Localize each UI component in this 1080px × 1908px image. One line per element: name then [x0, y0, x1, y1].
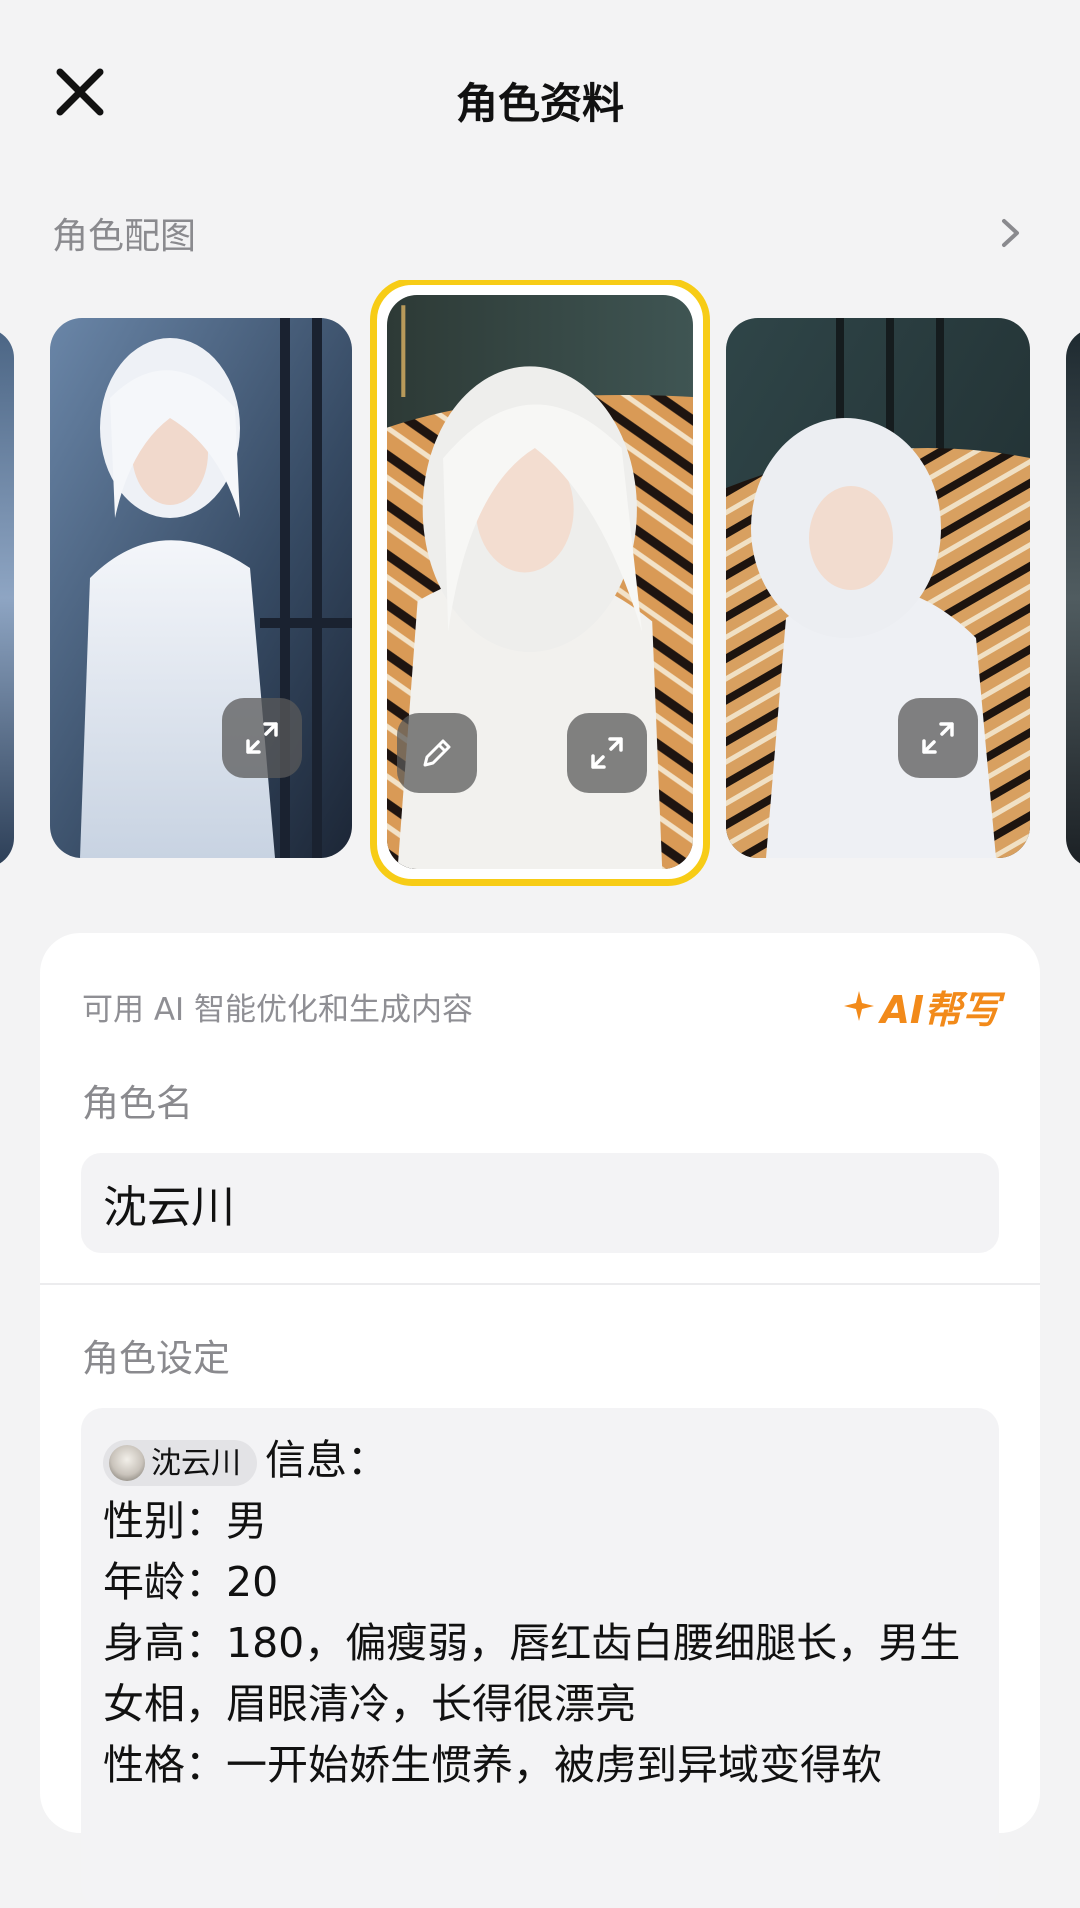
gallery-image-3[interactable] — [726, 318, 1030, 858]
divider — [40, 1283, 1040, 1285]
gallery-image-1[interactable] — [50, 318, 352, 858]
chevron-right-icon[interactable] — [990, 213, 1030, 253]
character-mention-chip[interactable]: 沈云川 — [103, 1440, 257, 1486]
character-portrait-image — [726, 318, 1030, 858]
expand-icon — [922, 722, 954, 754]
name-input[interactable] — [81, 1153, 999, 1253]
mention-name: 沈云川 — [151, 1445, 241, 1481]
setting-header-line: 沈云川 信息： — [103, 1430, 969, 1491]
setting-label: 角色设定 — [82, 1337, 230, 1380]
setting-content: 沈云川 信息： 性别：男 年龄：20 身高：180，偏瘦弱，唇红齿白腰细腿长，男… — [103, 1430, 969, 1796]
expand-icon — [246, 722, 278, 754]
character-portrait-image — [50, 318, 352, 858]
image-gallery[interactable] — [0, 280, 1080, 900]
sparkle-icon — [844, 991, 875, 1021]
ai-write-button[interactable]: AI帮写 — [842, 979, 1000, 1034]
setting-line: 性别：男 — [103, 1497, 267, 1545]
ai-hint-row: 可用 AI 智能优化和生成内容 AI帮写 — [82, 979, 1000, 1034]
setting-line: 身高：180，偏瘦弱，唇红齿白腰细腿长，男生女相，眉眼清冷，长得很漂亮 — [103, 1619, 961, 1728]
setting-textarea[interactable]: 沈云川 信息： 性别：男 年龄：20 身高：180，偏瘦弱，唇红齿白腰细腿长，男… — [81, 1408, 999, 1908]
ai-write-label: AI帮写 — [880, 987, 1000, 1032]
avatar — [109, 1445, 145, 1481]
gallery-image-peek-left[interactable] — [0, 328, 14, 868]
gallery-image-selected[interactable] — [370, 280, 710, 886]
image-section-header: 角色配图 — [52, 208, 1030, 258]
gallery-image-peek-right[interactable] — [1066, 328, 1080, 868]
ai-hint-text: 可用 AI 智能优化和生成内容 — [82, 991, 474, 1028]
page-title: 角色资料 — [455, 79, 624, 128]
expand-button[interactable] — [898, 698, 978, 778]
edit-button[interactable] — [397, 713, 477, 793]
setting-line: 年龄：20 — [103, 1558, 279, 1606]
name-label: 角色名 — [82, 1082, 193, 1125]
character-form: 可用 AI 智能优化和生成内容 AI帮写 角色名 角色设定 沈云川 信息： 性别… — [40, 933, 1040, 1908]
expand-icon — [591, 737, 623, 769]
expand-button[interactable] — [222, 698, 302, 778]
info-suffix: 信息： — [265, 1436, 388, 1484]
section-label: 角色配图 — [52, 216, 197, 257]
expand-button[interactable] — [567, 713, 647, 793]
pencil-icon — [423, 739, 451, 767]
